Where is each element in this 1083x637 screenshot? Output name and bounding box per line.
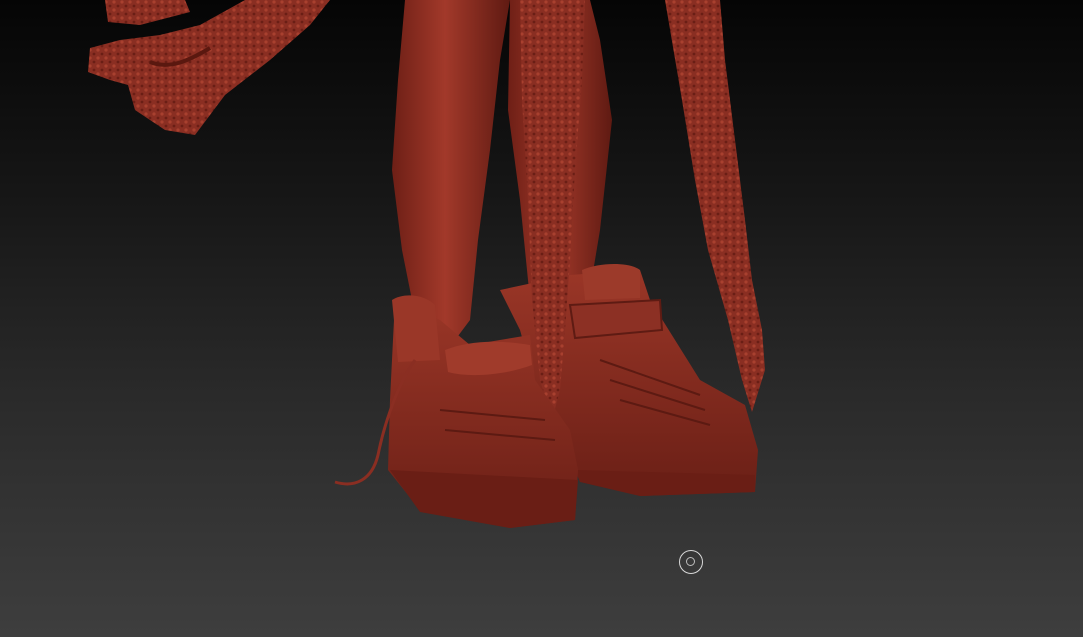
tentacle-left	[88, 0, 330, 135]
sculpt-model[interactable]	[0, 0, 1083, 637]
brush-cursor-center	[686, 557, 695, 566]
brush-cursor-icon[interactable]	[679, 550, 703, 574]
zbrush-viewport[interactable]	[0, 0, 1083, 637]
